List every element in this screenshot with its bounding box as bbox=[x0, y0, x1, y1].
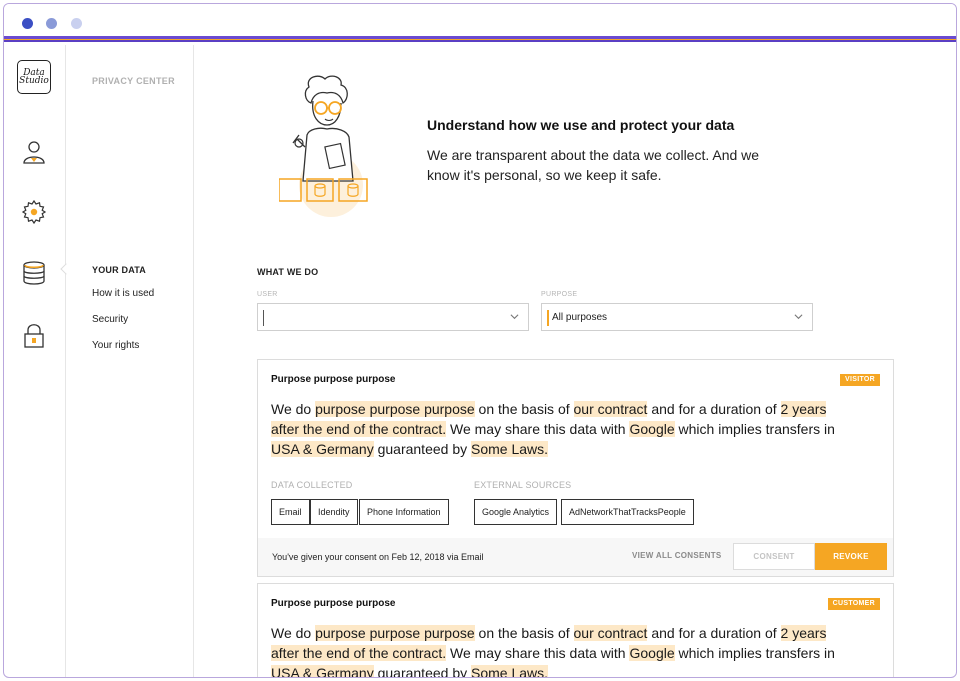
card-title: Purpose purpose purpose bbox=[271, 598, 396, 609]
text-segment: which implies transfers in bbox=[674, 421, 835, 437]
source-chip-google-analytics: Google Analytics bbox=[474, 499, 558, 525]
source-chip-adnetwork: AdNetworkThatTracksPeople bbox=[561, 499, 694, 525]
chevron-down-icon bbox=[794, 314, 803, 320]
external-sources-label: EXTERNAL SOURCES bbox=[474, 480, 572, 490]
chevron-down-icon bbox=[510, 314, 519, 320]
nav-item-security[interactable]: Security bbox=[92, 314, 128, 325]
text-segment: guaranteed by bbox=[373, 665, 471, 678]
purpose-filter-label: PURPOSE bbox=[541, 291, 578, 298]
status-badge: VISITOR bbox=[840, 374, 880, 386]
highlight-countries: USA & Germany bbox=[271, 665, 374, 677]
selection-marker bbox=[547, 310, 549, 326]
text-segment: and for a duration of bbox=[647, 401, 781, 417]
section-heading: WHAT WE DO bbox=[257, 267, 319, 277]
highlight-laws: Some Laws. bbox=[471, 441, 549, 457]
database-icon[interactable] bbox=[20, 259, 48, 287]
lock-icon[interactable] bbox=[20, 321, 48, 349]
highlight-recipient: Google bbox=[629, 645, 675, 661]
highlight-laws: Some Laws. bbox=[471, 665, 549, 677]
nav-item-how-it-is-used[interactable]: How it is used bbox=[92, 288, 154, 299]
title-bar bbox=[4, 4, 956, 42]
user-filter-label: USER bbox=[257, 291, 278, 298]
accent-line bbox=[4, 40, 956, 42]
text-segment: We do bbox=[271, 401, 316, 417]
text-segment: We may share this data with bbox=[446, 421, 630, 437]
purpose-filter-value: All purposes bbox=[552, 312, 608, 323]
data-chip-phone: Phone Information bbox=[359, 499, 449, 525]
minimize-window-button[interactable] bbox=[46, 18, 57, 29]
gear-icon[interactable] bbox=[20, 198, 48, 226]
close-window-button[interactable] bbox=[22, 18, 33, 29]
hero-text: We are transparent about the data we col… bbox=[427, 147, 760, 183]
purpose-card: Purpose purpose purpose CUSTOMER We do p… bbox=[257, 583, 894, 678]
app-window: Data Studio PRIVACY CENTER YOUR DATA How… bbox=[3, 3, 957, 678]
card-description: We do purpose purpose purpose on the bas… bbox=[271, 399, 841, 459]
text-cursor bbox=[263, 310, 264, 326]
view-all-consents-link[interactable]: VIEW ALL CONSENTS bbox=[632, 551, 722, 560]
text-segment: and for a duration of bbox=[647, 625, 781, 641]
purpose-card: Purpose purpose purpose VISITOR We do pu… bbox=[257, 359, 894, 577]
consent-status: You've given your consent on Feb 12, 201… bbox=[272, 552, 484, 562]
icon-rail: Data Studio bbox=[4, 45, 66, 677]
highlight-purpose: purpose purpose purpose bbox=[315, 625, 475, 641]
privacy-nav: PRIVACY CENTER YOUR DATA How it is used … bbox=[60, 45, 194, 677]
hero-title: Understand how we use and protect your d… bbox=[427, 117, 735, 133]
card-footer: You've given your consent on Feb 12, 201… bbox=[258, 538, 893, 576]
data-chip-email: Email bbox=[271, 499, 310, 525]
text-segment: which implies transfers in bbox=[674, 645, 835, 661]
hero-illustration bbox=[279, 75, 368, 217]
brand-logo[interactable]: Data Studio bbox=[17, 60, 51, 94]
main-content: Understand how we use and protect your d… bbox=[194, 45, 956, 678]
text-segment: on the basis of bbox=[474, 401, 574, 417]
consent-button[interactable]: CONSENT bbox=[733, 543, 815, 570]
text-segment: We may share this data with bbox=[446, 645, 630, 661]
revoke-button[interactable]: REVOKE bbox=[815, 543, 887, 570]
data-chip-identity: Idendity bbox=[310, 499, 358, 525]
user-icon[interactable] bbox=[20, 138, 48, 166]
purpose-filter-select[interactable]: All purposes bbox=[541, 303, 813, 331]
highlight-recipient: Google bbox=[629, 421, 675, 437]
nav-section-your-data[interactable]: YOUR DATA bbox=[92, 265, 146, 275]
maximize-window-button[interactable] bbox=[71, 18, 82, 29]
nav-item-your-rights[interactable]: Your rights bbox=[92, 340, 139, 351]
card-title: Purpose purpose purpose bbox=[271, 374, 396, 385]
highlight-purpose: purpose purpose purpose bbox=[315, 401, 475, 417]
status-badge: CUSTOMER bbox=[827, 598, 880, 610]
highlight-basis: our contract bbox=[573, 625, 648, 641]
user-filter-select[interactable] bbox=[257, 303, 529, 331]
text-segment: on the basis of bbox=[474, 625, 574, 641]
card-description: We do purpose purpose purpose on the bas… bbox=[271, 623, 841, 678]
logo-text: Data Studio bbox=[19, 68, 49, 86]
text-segment: guaranteed by bbox=[373, 441, 471, 457]
highlight-basis: our contract bbox=[573, 401, 648, 417]
data-collected-label: DATA COLLECTED bbox=[271, 480, 353, 490]
nav-title: PRIVACY CENTER bbox=[92, 76, 175, 86]
text-segment: We do bbox=[271, 625, 316, 641]
highlight-countries: USA & Germany bbox=[271, 441, 374, 457]
